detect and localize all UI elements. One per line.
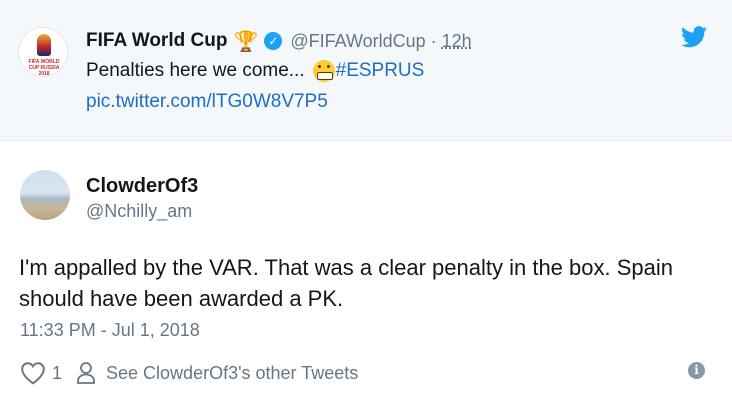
quoted-tweet[interactable]: FIFA WORLD CUP RUSSIA 2018 FIFA World Cu… bbox=[0, 0, 732, 141]
author-handle[interactable]: @Nchilly_am bbox=[86, 201, 192, 222]
verified-badge-icon: ✓ bbox=[264, 32, 283, 50]
quoted-tweet-time[interactable]: 12h bbox=[442, 31, 472, 52]
tweet-text: I'm appalled by the VAR. That was a clea… bbox=[19, 255, 673, 311]
person-icon[interactable] bbox=[76, 361, 96, 385]
tweet-timestamp[interactable]: 11:33 PM - Jul 1, 2018 bbox=[20, 320, 200, 341]
trophy-icon: 🏆 bbox=[233, 30, 259, 53]
quoted-tweet-header: FIFA World Cup 🏆 ✓ @FIFAWorldCup · 12h bbox=[86, 28, 472, 54]
quoted-author-handle[interactable]: @FIFAWorldCup bbox=[290, 31, 425, 52]
heart-icon[interactable] bbox=[20, 361, 46, 385]
quoted-author-name[interactable]: FIFA World Cup bbox=[86, 30, 227, 52]
author-name[interactable]: ClowderOf3 bbox=[86, 175, 198, 198]
quoted-tweet-text: Penalties here we come... #ESPRUS bbox=[86, 60, 424, 82]
fifa-avatar[interactable]: FIFA WORLD CUP RUSSIA 2018 bbox=[18, 27, 68, 77]
twitter-bird-icon[interactable] bbox=[681, 26, 707, 48]
world-cup-logo-icon bbox=[37, 34, 51, 56]
user-avatar[interactable] bbox=[20, 170, 70, 220]
avatar-logo-text: FIFA WORLD CUP RUSSIA 2018 bbox=[28, 59, 60, 77]
quoted-tweet-body: Penalties here we come... bbox=[86, 60, 305, 81]
hashtag-link[interactable]: #ESPRUS bbox=[336, 60, 425, 82]
separator-dot: · bbox=[430, 30, 437, 51]
other-tweets-link[interactable]: See ClowderOf3's other Tweets bbox=[106, 363, 358, 384]
tweet-actions: 1 See ClowderOf3's other Tweets bbox=[20, 360, 358, 386]
media-link[interactable]: pic.twitter.com/lTG0W8V7P5 bbox=[86, 91, 328, 113]
like-count[interactable]: 1 bbox=[52, 363, 62, 384]
info-icon[interactable]: i bbox=[688, 362, 705, 379]
grimacing-face-icon bbox=[312, 60, 335, 82]
